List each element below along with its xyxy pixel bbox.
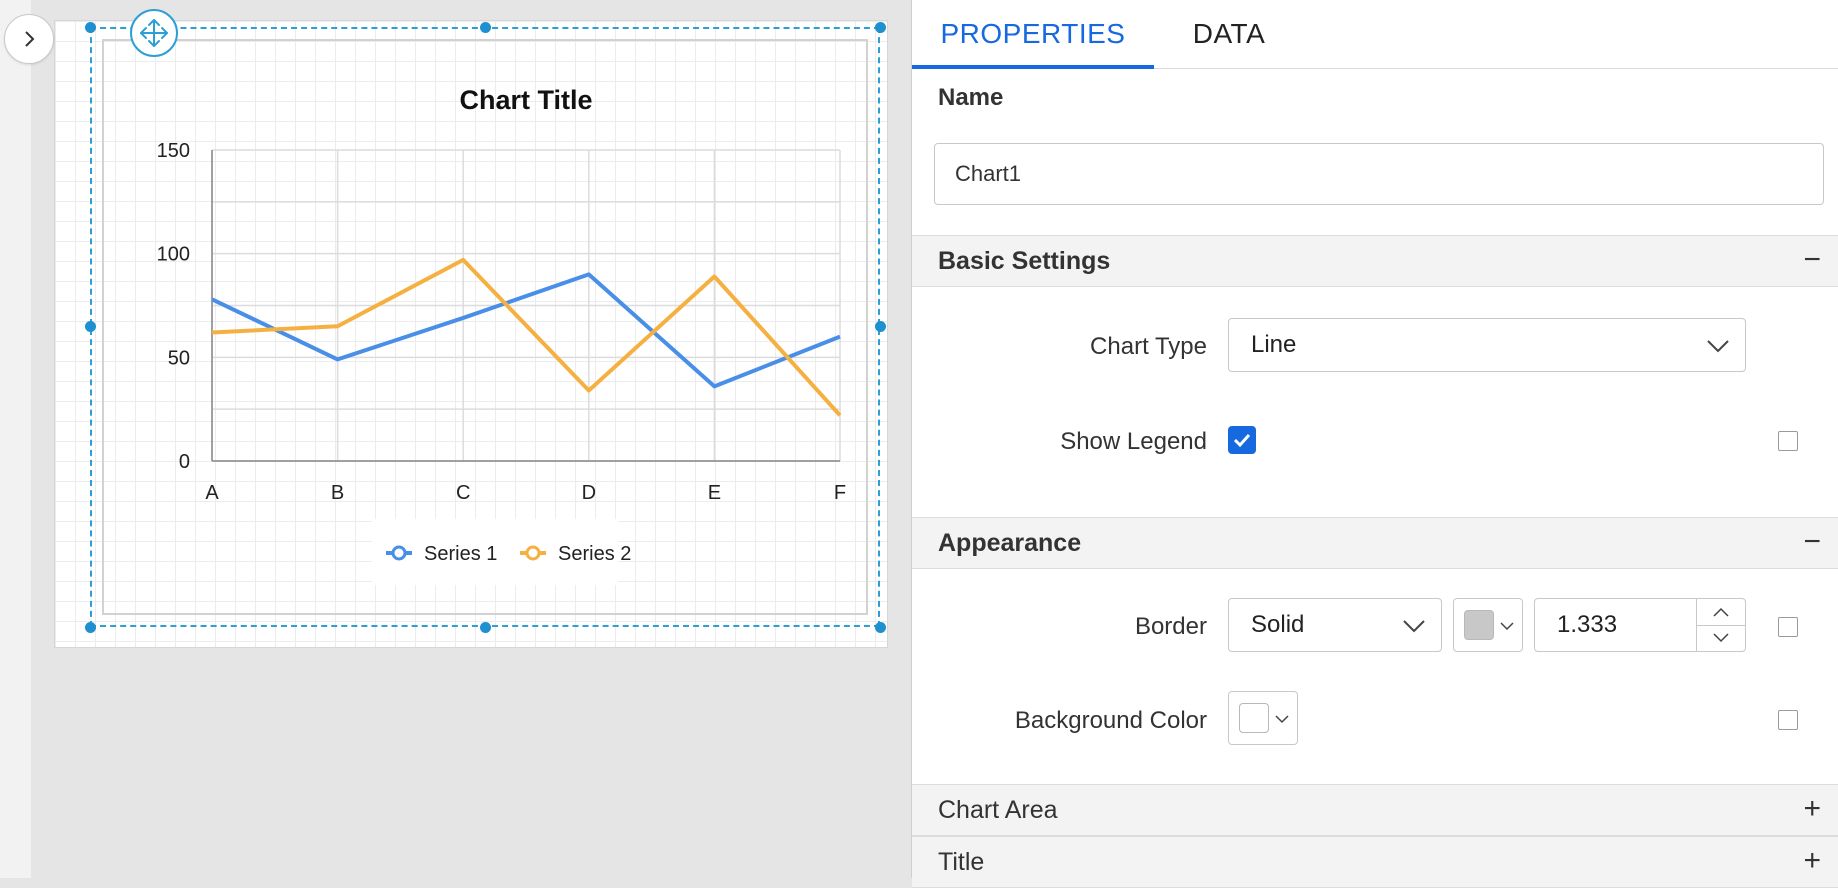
border-label: Border	[1134, 613, 1207, 640]
show-legend-label: Show Legend	[1060, 428, 1207, 455]
legend-marker-point	[525, 545, 541, 561]
tab-properties[interactable]: PROPERTIES	[912, 0, 1154, 68]
chevron-down-icon	[1275, 715, 1289, 724]
collapse-basic-settings-icon[interactable]: −	[1803, 244, 1821, 276]
show-legend-checkbox[interactable]	[1228, 426, 1256, 454]
x-tick-label: E	[708, 482, 721, 504]
chevron-down-icon	[1707, 340, 1729, 353]
resize-handle-top[interactable]	[480, 22, 491, 33]
legend-label-series-1: Series 1	[424, 543, 497, 565]
name-label: Name	[938, 84, 1004, 111]
y-tick-label: 0	[179, 451, 190, 473]
background-color-picker[interactable]	[1228, 691, 1298, 745]
x-tick-label: D	[582, 482, 596, 504]
border-width-stepper[interactable]: 1.333	[1534, 598, 1746, 652]
series-2-line	[211, 257, 842, 417]
title-section-title: Title	[938, 847, 985, 876]
move-arrows-icon	[140, 19, 168, 47]
chart-svg: Chart Title 0 50 100 150 A B C D E F Series 1 Series…	[157, 85, 846, 585]
title-section-header[interactable]: Title +	[912, 836, 1838, 888]
border-color-picker[interactable]	[1453, 598, 1523, 652]
x-tick-label: F	[834, 482, 846, 504]
x-tick-label: C	[456, 482, 470, 504]
legend-marker-point	[391, 545, 407, 561]
background-color-swatch	[1239, 703, 1269, 733]
y-tick-label: 150	[157, 140, 190, 162]
move-handle[interactable]	[130, 9, 178, 57]
resize-handle-bottom-right[interactable]	[875, 622, 886, 633]
resize-handle-top-right[interactable]	[875, 22, 886, 33]
design-surface: Chart Title 0 50 100 150 A B C D E F Series 1 Series…	[31, 0, 911, 878]
chart-title: Chart Title	[459, 85, 592, 115]
x-tick-label: A	[205, 482, 219, 504]
border-expression-checkbox[interactable]	[1778, 617, 1798, 637]
name-input[interactable]	[934, 143, 1824, 205]
chart-type-dropdown[interactable]: Line	[1228, 318, 1746, 372]
y-tick-label: 50	[168, 347, 190, 369]
show-legend-expression-checkbox[interactable]	[1778, 431, 1798, 451]
appearance-header[interactable]: Appearance −	[912, 517, 1838, 569]
legend-label-series-2: Series 2	[558, 543, 631, 565]
border-style-dropdown[interactable]: Solid	[1228, 598, 1442, 652]
properties-panel: PROPERTIES DATA Name Basic Settings − Ch…	[911, 0, 1838, 888]
y-tick-label: 100	[157, 244, 190, 266]
expand-title-section-icon[interactable]: +	[1803, 845, 1821, 877]
tab-data[interactable]: DATA	[1154, 0, 1304, 68]
chevron-up-icon	[1713, 607, 1729, 617]
border-style-value: Solid	[1251, 611, 1305, 638]
resize-handle-bottom[interactable]	[480, 622, 491, 633]
basic-settings-title: Basic Settings	[938, 246, 1111, 275]
appearance-title: Appearance	[938, 528, 1082, 557]
chart-type-value: Line	[1251, 331, 1297, 358]
x-tick-label: B	[331, 482, 344, 504]
resize-handle-right[interactable]	[875, 321, 886, 332]
expand-chart-area-icon[interactable]: +	[1803, 793, 1821, 825]
left-sidebar-strip	[0, 0, 32, 878]
border-width-value: 1.333	[1557, 611, 1618, 638]
series-1-line	[211, 272, 841, 389]
chevron-down-icon	[1403, 620, 1425, 633]
chart-area-title: Chart Area	[938, 795, 1058, 824]
expand-panel-button[interactable]	[4, 14, 54, 64]
basic-settings-header[interactable]: Basic Settings −	[912, 235, 1838, 287]
border-color-swatch	[1464, 610, 1494, 640]
checkmark-icon	[1233, 433, 1251, 448]
increment-button[interactable]	[1697, 599, 1745, 626]
chart-report-item[interactable]: Chart Title 0 50 100 150 A B C D E F Series 1 Series…	[85, 9, 920, 633]
chevron-down-icon	[1500, 622, 1514, 631]
background-color-label: Background Color	[1014, 707, 1207, 734]
resize-handle-bottom-left[interactable]	[85, 622, 96, 633]
chevron-down-icon	[1713, 633, 1729, 643]
resize-handle-top-left[interactable]	[85, 22, 96, 33]
chevron-right-icon	[25, 31, 35, 47]
active-tab-indicator	[912, 65, 1154, 69]
chart-area-header[interactable]: Chart Area +	[912, 784, 1838, 836]
background-color-expression-checkbox[interactable]	[1778, 710, 1798, 730]
resize-handle-left[interactable]	[85, 321, 96, 332]
decrement-button[interactable]	[1697, 625, 1745, 651]
collapse-appearance-icon[interactable]: −	[1803, 526, 1821, 558]
chart-type-label: Chart Type	[1090, 333, 1207, 360]
spin-buttons	[1696, 599, 1745, 651]
panel-tabs: PROPERTIES DATA	[912, 0, 1838, 69]
